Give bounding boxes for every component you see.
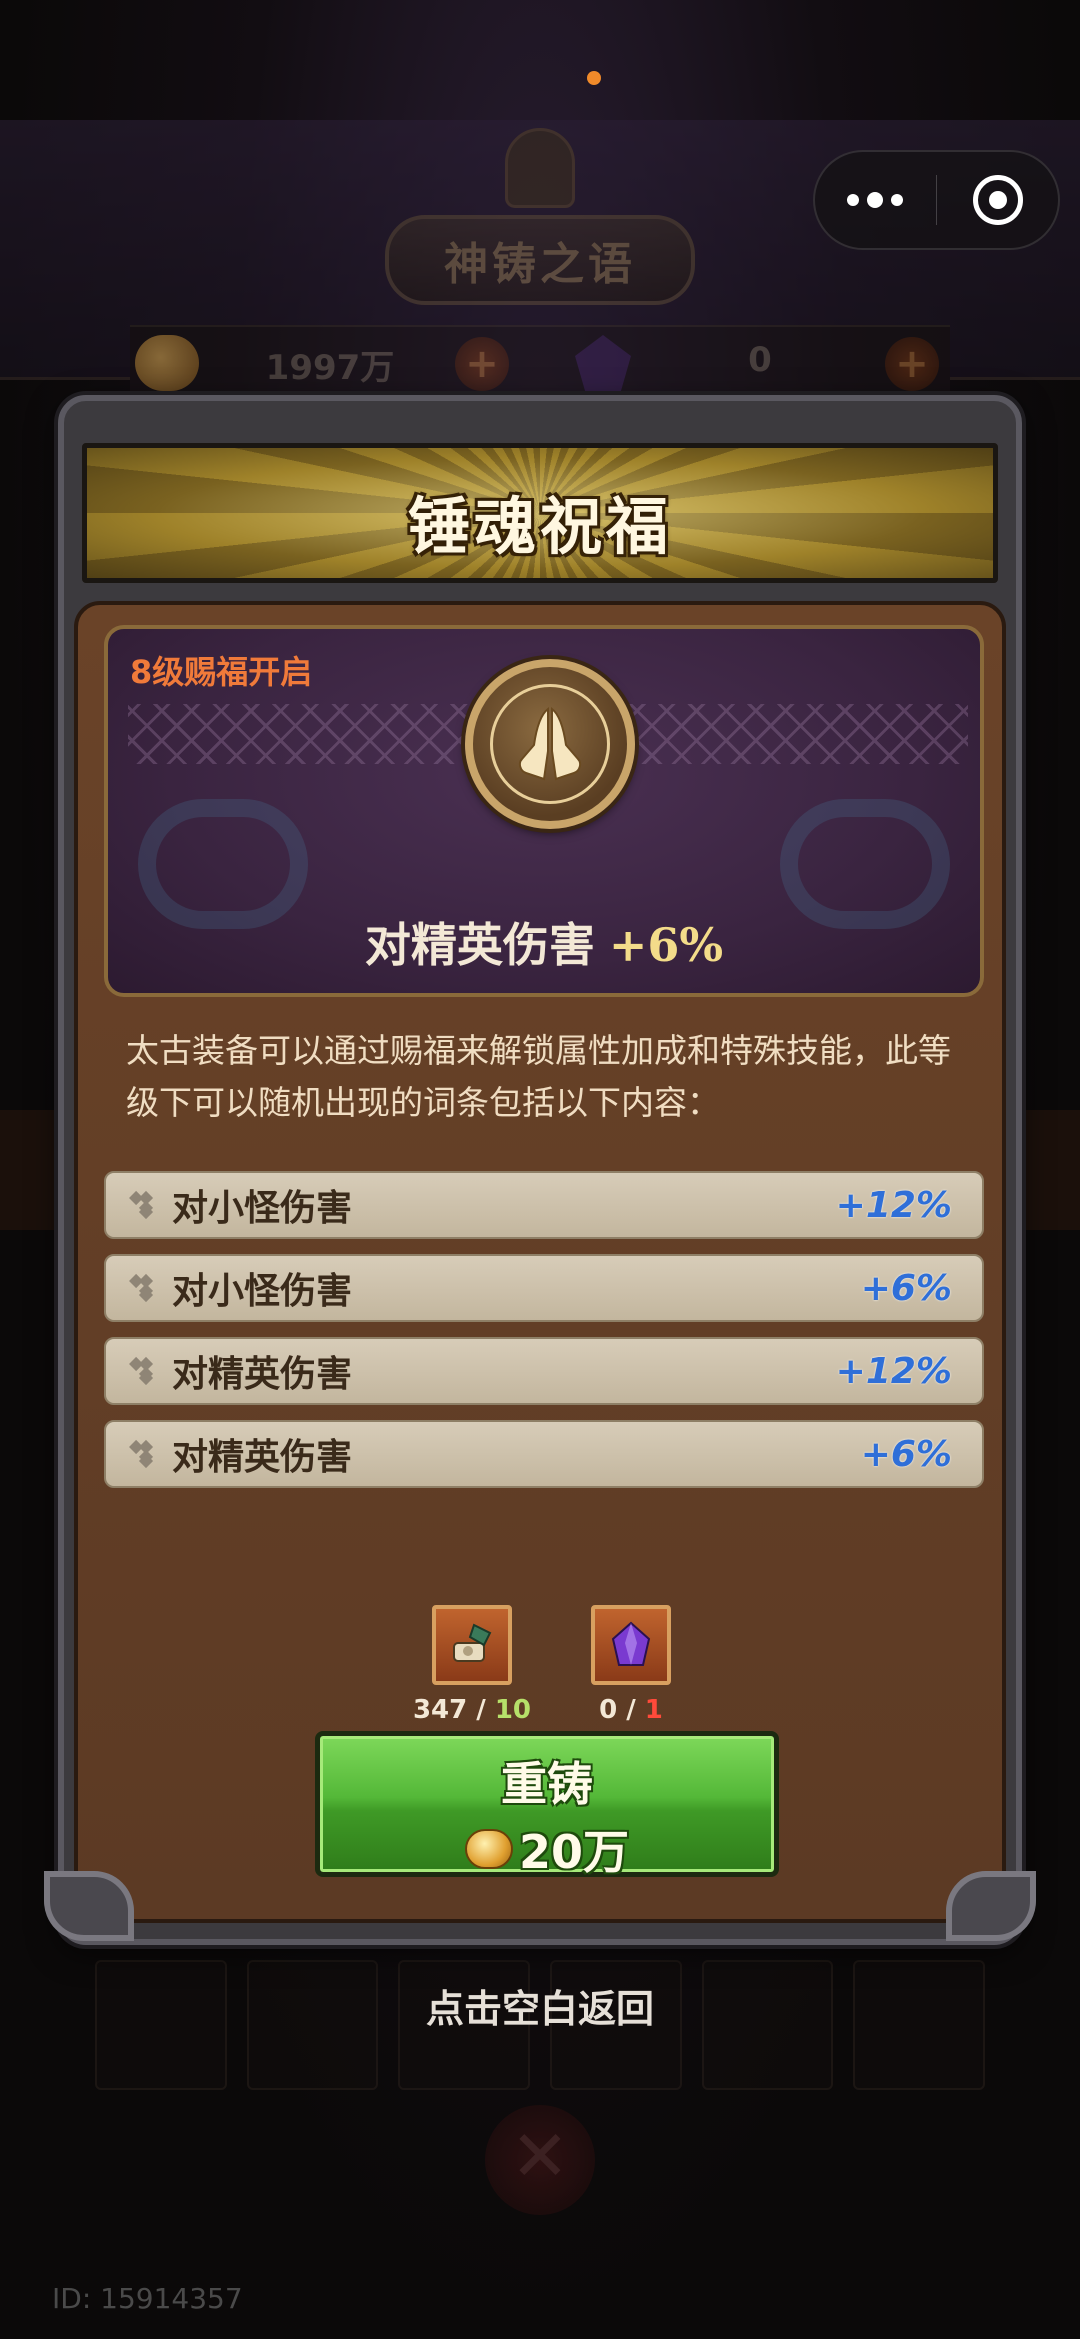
screen[interactable]: 神铸之语 1997万 + 0 + ✕ 锤魂祝福 8级赐福开启 对精英伤害 +6%… xyxy=(0,0,1080,2339)
praying-hands-medal xyxy=(465,659,635,829)
current-blessing-card: 8级赐福开启 对精英伤害 +6% xyxy=(104,625,984,997)
gem-amount: 0 xyxy=(748,340,772,380)
stat-value: +6% xyxy=(860,1433,952,1475)
purple-crystal-icon xyxy=(591,1605,671,1685)
blessing-description: 太古装备可以通过赐福来解锁属性加成和特殊技能，此等级下可以随机出现的词条包括以下… xyxy=(126,1031,951,1122)
current-stat-value: +6% xyxy=(608,918,724,972)
praying-hands-icon xyxy=(490,684,610,804)
cost-separator: / xyxy=(467,1695,495,1725)
background-title: 神铸之语 xyxy=(444,239,636,290)
stat-name: 对小怪伤害 xyxy=(172,1188,353,1229)
current-blessing-stat: 对精英伤害 +6% xyxy=(108,909,980,975)
recording-indicator xyxy=(587,71,601,85)
background-title-plate: 神铸之语 xyxy=(385,215,695,305)
add-gold-button: + xyxy=(455,337,509,391)
stat-value: +6% xyxy=(860,1267,952,1309)
add-gem-button: + xyxy=(885,337,939,391)
stat-name: 对精英伤害 xyxy=(172,1437,353,1478)
blessing-panel: 锤魂祝福 8级赐福开启 对精英伤害 +6% 太古装备可以通过赐福来解锁属性加成和… xyxy=(44,395,1036,1945)
target-close-icon xyxy=(972,175,1023,225)
corner-ornament xyxy=(946,1871,1036,1941)
cost-need: 1 xyxy=(644,1695,663,1725)
cost-separator: / xyxy=(617,1695,645,1725)
corner-ornament xyxy=(44,1871,134,1941)
more-button[interactable] xyxy=(815,152,936,248)
stat-name: 对精英伤害 xyxy=(172,1354,353,1395)
cost-count: 0 / 1 xyxy=(551,1695,711,1725)
reforge-cost-value: 20万 xyxy=(518,1825,629,1879)
reforge-button[interactable]: 重铸 20万 xyxy=(315,1731,779,1879)
cost-item-purple-crystal[interactable]: 0 / 1 xyxy=(591,1605,671,1725)
cost-have: 0 xyxy=(599,1695,618,1725)
gold-amount: 1997万 xyxy=(265,348,395,388)
possible-stat-row: 对小怪伤害 +6% xyxy=(104,1254,984,1322)
cost-item-hammer-scroll[interactable]: 347 / 10 xyxy=(413,1605,531,1725)
possible-stat-row: 对小怪伤害 +12% xyxy=(104,1171,984,1239)
possible-stat-row: 对精英伤害 +12% xyxy=(104,1337,984,1405)
stat-value: +12% xyxy=(835,1184,952,1226)
blessing-level-tag: 8级赐福开启 xyxy=(130,653,313,691)
reforge-label: 重铸 xyxy=(501,1757,593,1811)
user-id: ID: 15914357 xyxy=(52,2282,243,2315)
diamond-bullet-icon xyxy=(134,1442,158,1466)
more-dots-icon xyxy=(847,192,904,208)
diamond-bullet-icon xyxy=(134,1276,158,1300)
reforge-cost: 20万 xyxy=(320,1816,774,1882)
cost-need: 10 xyxy=(494,1695,532,1725)
gold-coin-icon xyxy=(464,1829,513,1869)
stat-name: 对小怪伤害 xyxy=(172,1271,353,1312)
crest-icon xyxy=(505,128,575,208)
cost-count: 347 / 10 xyxy=(392,1695,552,1725)
possible-stats-list: 对小怪伤害 +12% 对小怪伤害 +6% 对精英伤害 +12% 对精英伤害 +6… xyxy=(104,1171,984,1503)
current-stat-name: 对精英伤害 xyxy=(364,918,595,972)
hammer-scroll-icon xyxy=(432,1605,512,1685)
miniprogram-capsule xyxy=(813,150,1060,250)
tap-blank-to-return[interactable]: 点击空白返回 xyxy=(0,1978,1080,2033)
diamond-bullet-icon xyxy=(134,1359,158,1383)
panel-banner: 锤魂祝福 xyxy=(82,443,998,583)
possible-stat-row: 对精英伤害 +6% xyxy=(104,1420,984,1488)
gold-coin-icon xyxy=(135,335,199,391)
panel-title: 锤魂祝福 xyxy=(407,490,672,563)
stat-value: +12% xyxy=(835,1350,952,1392)
cost-have: 347 xyxy=(412,1695,468,1725)
diamond-bullet-icon xyxy=(134,1193,158,1217)
crossed-swords-icon: ✕ xyxy=(485,2105,595,2215)
panel-body: 8级赐福开启 对精英伤害 +6% 太古装备可以通过赐福来解锁属性加成和特殊技能，此… xyxy=(74,601,1006,1923)
close-miniprogram-button[interactable] xyxy=(937,152,1058,248)
